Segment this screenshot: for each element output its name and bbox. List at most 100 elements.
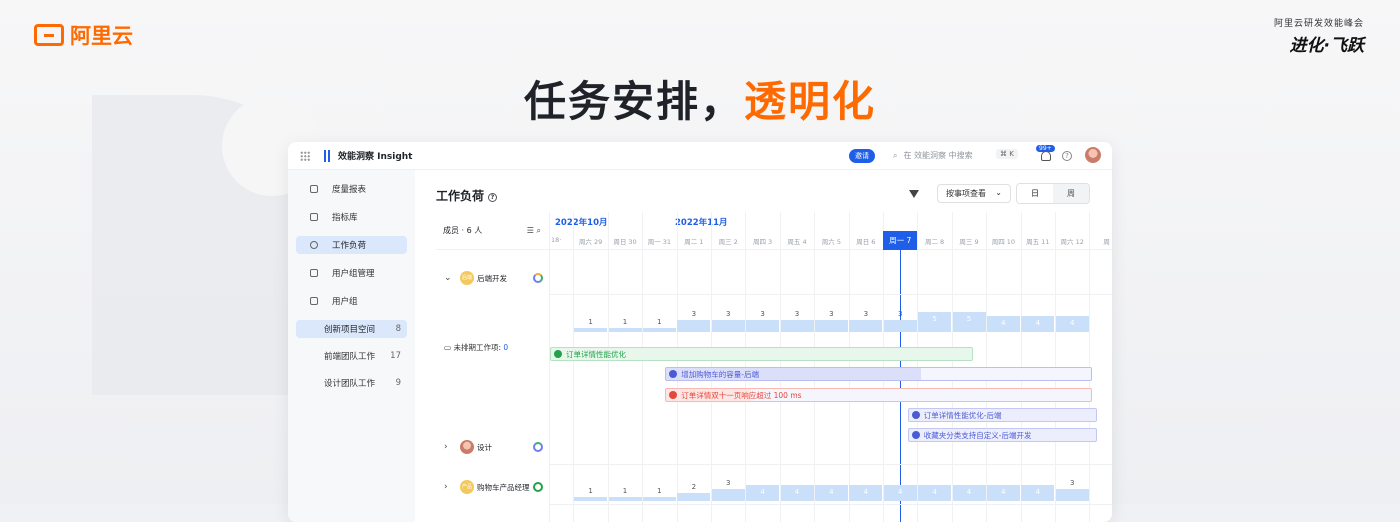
- workload-bar: [677, 320, 711, 332]
- sidebar-group-innovation[interactable]: 创新项目空间 8: [296, 320, 407, 338]
- day-label[interactable]: 周六 12: [1055, 236, 1089, 246]
- member-row-backend[interactable]: ⌄ 后端 后端开发: [436, 271, 550, 285]
- toggle-week[interactable]: 周: [1053, 184, 1089, 203]
- day-label[interactable]: 周: [1089, 236, 1112, 246]
- task-bar[interactable]: 增加购物车的容量-后端: [665, 367, 1092, 381]
- day-label[interactable]: 周三 9: [952, 236, 986, 246]
- sidebar-item-groups[interactable]: 用户组: [296, 292, 407, 310]
- aliyun-logo: 阿里云: [34, 20, 133, 50]
- member-row-pm[interactable]: › 产品 购物车产品经理: [436, 480, 550, 494]
- sidebar-item-workload[interactable]: 工作负荷: [296, 236, 407, 254]
- task-status-icon: [554, 350, 562, 358]
- workload-value: 3: [829, 310, 834, 318]
- logo-text: 阿里云: [70, 24, 133, 48]
- day-label[interactable]: 18·: [550, 236, 573, 244]
- unscheduled-items[interactable]: ▭ 未排期工作项: 0: [444, 342, 508, 353]
- member-column: 成员 · 6 人 ☰ ⌕ ⌄ 后端 后端开发 ▭ 未排期工作项: 0 › 设计 …: [436, 212, 550, 522]
- main-panel: 工作负荷? 按事项查看 ⌄ 日 周 成员 · 6 人 ☰ ⌕ ⌄ 后端 后端开发…: [415, 170, 1112, 522]
- day-label[interactable]: 周六 29: [573, 236, 607, 246]
- day-label[interactable]: 周二 1: [677, 236, 711, 246]
- chart-icon: [310, 185, 318, 193]
- workload-bar: [642, 328, 676, 332]
- help-icon[interactable]: ?: [488, 193, 498, 202]
- day-label[interactable]: 周日 6: [849, 236, 883, 246]
- task-bar[interactable]: 订单详情性能优化-后端: [907, 408, 1097, 422]
- database-icon: [310, 269, 318, 277]
- task-bar[interactable]: 收藏夹分类支持自定义-后端开发: [907, 428, 1097, 442]
- toggle-day[interactable]: 日: [1017, 184, 1053, 203]
- chevron-right-icon[interactable]: ›: [444, 442, 456, 452]
- sidebar-item-metrics[interactable]: 指标库: [296, 208, 407, 226]
- sidebar-item-label: 用户组管理: [332, 269, 375, 279]
- workload-bar: [780, 320, 814, 332]
- workload-value: 4: [829, 488, 834, 496]
- day-column: [607, 212, 642, 522]
- help-icon[interactable]: ?: [1062, 151, 1072, 161]
- app-grid-icon[interactable]: [300, 150, 310, 161]
- day-column: [550, 212, 573, 522]
- notification-badge: 99+: [1036, 145, 1055, 152]
- day-label[interactable]: 周四 10: [986, 236, 1020, 246]
- headline-main: 任务安排，: [523, 77, 744, 126]
- day-label[interactable]: 周三 2: [711, 236, 745, 246]
- workload-ring-icon: [533, 273, 543, 283]
- chevron-right-icon[interactable]: ›: [444, 482, 456, 492]
- sidebar-group-design[interactable]: 设计团队工作 9: [296, 374, 407, 392]
- member-avatar: [460, 440, 474, 454]
- app-title: 效能洞察 Insight: [338, 152, 413, 162]
- workload-value: 1: [588, 487, 593, 495]
- day-label[interactable]: 周五 4: [780, 236, 814, 246]
- workload-value: 4: [1035, 488, 1041, 496]
- sidebar-item-label: 指标库: [332, 213, 358, 223]
- day-label[interactable]: 周日 30: [608, 236, 642, 246]
- member-avatar: 产品: [460, 480, 474, 494]
- invite-button[interactable]: 邀请: [849, 149, 875, 163]
- workload-bar: [574, 497, 608, 501]
- search-icon: ⌕: [893, 150, 898, 160]
- users-icon: [310, 241, 318, 249]
- task-label: 增加购物车的容量-后端: [681, 369, 759, 379]
- group-label: 设计团队工作: [324, 379, 376, 389]
- filter-icon[interactable]: [909, 190, 919, 198]
- member-row-design[interactable]: › 设计: [436, 440, 550, 454]
- workload-value: 4: [1001, 488, 1006, 496]
- day-label[interactable]: 周二 8: [917, 236, 951, 246]
- task-bar[interactable]: 订单详情性能优化: [550, 347, 974, 361]
- notification-bell-icon[interactable]: [1041, 151, 1051, 161]
- member-name: 购物车产品经理: [477, 482, 530, 492]
- user-avatar[interactable]: [1085, 147, 1101, 163]
- group-count: 9: [395, 378, 401, 388]
- day-label[interactable]: 周五 11: [1021, 236, 1055, 246]
- workload-value: 4: [1069, 319, 1075, 327]
- member-name: 后端开发: [477, 273, 507, 283]
- org-tree-icon: [310, 297, 318, 305]
- task-status-icon: [669, 391, 678, 399]
- sidebar-item-group-manage[interactable]: 用户组管理: [296, 264, 407, 282]
- workload-ring-icon: [533, 482, 543, 492]
- member-name: 设计: [477, 442, 492, 452]
- chevron-down-icon[interactable]: ⌄: [444, 273, 456, 283]
- event-subtitle: 阿里云研发效能峰会: [1273, 19, 1364, 29]
- workload-bar: [677, 493, 711, 501]
- search-box[interactable]: ⌕ 在 效能洞察 中搜索: [893, 150, 973, 161]
- view-mode-select[interactable]: 按事项查看 ⌄: [937, 184, 1011, 203]
- task-label: 收藏夹分类支持自定义-后端开发: [923, 430, 1032, 440]
- search-input[interactable]: 在 效能洞察 中搜索: [903, 150, 972, 161]
- sidebar-item-reports[interactable]: 度量报表: [296, 180, 407, 198]
- workload-value: 3: [725, 310, 731, 318]
- workload-bar: [608, 328, 642, 332]
- workload-value: 4: [897, 488, 903, 496]
- sort-search-tools[interactable]: ☰ ⌕: [527, 226, 541, 236]
- event-title: 进化·飞跃: [1289, 36, 1364, 56]
- workload-value: 3: [863, 310, 869, 318]
- day-label[interactable]: 周六 5: [814, 236, 848, 246]
- day-label[interactable]: 周一 7: [883, 231, 918, 250]
- workload-value: 4: [1001, 319, 1006, 327]
- day-column: [573, 212, 607, 522]
- sidebar-group-frontend[interactable]: 前端团队工作 17: [296, 347, 407, 365]
- workload-bar: [608, 497, 642, 501]
- day-label[interactable]: 周一 31: [642, 236, 676, 246]
- day-label[interactable]: 周四 3: [745, 236, 779, 246]
- task-bar[interactable]: 订单详情双十一页响应超过 100 ms: [665, 388, 1092, 402]
- task-label: 订单详情性能优化: [566, 349, 626, 359]
